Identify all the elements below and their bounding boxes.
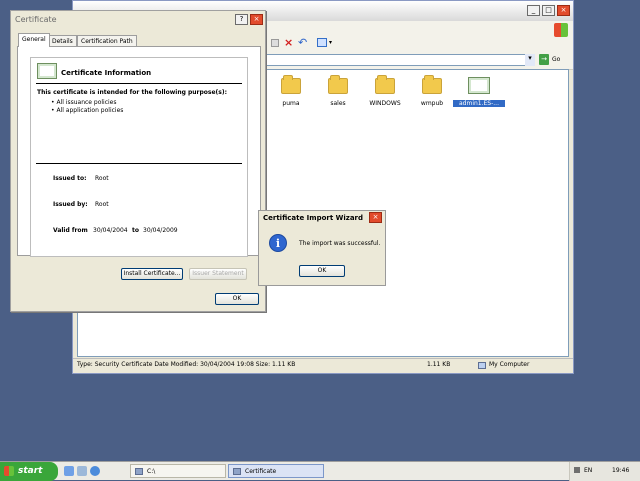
- certificate-info-heading: Certificate Information: [61, 69, 152, 77]
- taskbar-item-label: C:\: [147, 468, 156, 475]
- wizard-titlebar[interactable]: Certificate Import Wizard ×: [259, 211, 385, 225]
- close-button[interactable]: ×: [369, 212, 382, 223]
- network-icon[interactable]: [574, 467, 580, 473]
- divider: [36, 83, 242, 84]
- status-zone: My Computer: [489, 361, 530, 368]
- valid-to-label: to: [132, 227, 139, 234]
- general-tab-panel: Certificate Information This certificate…: [17, 46, 261, 257]
- wizard-message: The import was successful.: [299, 240, 381, 247]
- status-bar: Type: Security Certificate Date Modified…: [73, 358, 573, 373]
- certificate-window-icon: [233, 468, 241, 475]
- ok-button[interactable]: OK: [215, 293, 259, 305]
- maximize-button[interactable]: □: [542, 5, 555, 16]
- import-wizard-dialog: Certificate Import Wizard × i The import…: [258, 210, 386, 286]
- windows-logo-icon: [4, 466, 14, 476]
- purpose-text: All application policies: [56, 107, 124, 114]
- dialog-title: Certificate: [15, 15, 57, 24]
- undo-icon[interactable]: ↶: [298, 36, 307, 49]
- delete-icon[interactable]: ×: [284, 36, 293, 49]
- windows-logo-icon: [554, 23, 568, 37]
- purpose-label: This certificate is intended for the fol…: [37, 89, 228, 96]
- internet-explorer-icon[interactable]: [90, 466, 100, 476]
- views-icon[interactable]: [317, 38, 327, 47]
- taskbar-item-certificate[interactable]: Certificate: [228, 464, 324, 478]
- divider: [36, 163, 242, 164]
- views-dropdown-icon[interactable]: ▾: [329, 39, 332, 46]
- file-item-windows[interactable]: WINDOWS: [361, 74, 409, 114]
- wizard-title: Certificate Import Wizard: [263, 214, 364, 222]
- taskbar-item-label: Certificate: [245, 468, 277, 475]
- file-label: sales: [330, 100, 346, 107]
- tab-details[interactable]: Details: [48, 35, 77, 46]
- go-arrow-icon[interactable]: →: [539, 54, 549, 65]
- help-button[interactable]: ?: [235, 14, 248, 25]
- file-label: WINDOWS: [369, 100, 401, 107]
- language-indicator[interactable]: EN: [584, 467, 592, 474]
- valid-from-label: Valid from: [53, 227, 88, 234]
- file-label: wmpub: [420, 100, 444, 107]
- tab-general[interactable]: General: [18, 33, 50, 47]
- certificate-dialog: Certificate ? × General Details Certific…: [10, 10, 266, 312]
- folder-icon: [328, 75, 348, 94]
- file-label: admin1.ES-...: [453, 100, 505, 107]
- file-item-sales[interactable]: sales: [314, 74, 362, 114]
- clock[interactable]: 19:46: [612, 467, 629, 474]
- folder-icon: [422, 75, 442, 94]
- file-item-certificate[interactable]: admin1.ES-...: [453, 74, 505, 114]
- certificate-file-icon: [468, 77, 490, 94]
- certificate-icon: [37, 63, 57, 79]
- folder-window-icon: [135, 468, 143, 475]
- start-label: start: [18, 466, 43, 476]
- show-desktop-icon[interactable]: [64, 466, 74, 476]
- status-info: Type: Security Certificate Date Modified…: [77, 361, 296, 368]
- wizard-ok-button[interactable]: OK: [299, 265, 345, 277]
- certificate-info-box: Certificate Information This certificate…: [30, 57, 248, 257]
- minimize-button[interactable]: _: [527, 5, 540, 16]
- tab-certification-path[interactable]: Certification Path: [77, 35, 137, 46]
- system-tray: EN 19:46: [569, 462, 640, 481]
- file-item-puma[interactable]: puma: [267, 74, 315, 114]
- issuer-statement-button[interactable]: Issuer Statement: [189, 268, 247, 280]
- explorer-quick-icon[interactable]: [77, 466, 87, 476]
- close-button[interactable]: ×: [557, 5, 570, 16]
- address-input[interactable]: [263, 54, 535, 66]
- my-computer-icon: [478, 362, 486, 369]
- purpose-item: • All issuance policies: [51, 99, 117, 106]
- start-button[interactable]: start: [0, 462, 58, 481]
- install-certificate-button[interactable]: Install Certificate...: [121, 268, 183, 280]
- close-button[interactable]: ×: [250, 14, 263, 25]
- address-dropdown-icon[interactable]: ▾: [525, 54, 535, 66]
- issued-to-value: Root: [95, 175, 109, 182]
- properties-icon[interactable]: [271, 39, 279, 47]
- valid-to-value: 30/04/2009: [143, 227, 178, 234]
- issued-by-label: Issued by:: [53, 201, 88, 208]
- go-button[interactable]: Go: [552, 56, 560, 63]
- folder-icon: [281, 75, 301, 94]
- issued-by-value: Root: [95, 201, 109, 208]
- file-label: puma: [282, 100, 300, 107]
- valid-from-value: 30/04/2004: [93, 227, 128, 234]
- purpose-item: • All application policies: [51, 107, 124, 114]
- purpose-text: All issuance policies: [56, 99, 117, 106]
- file-item-wmpub[interactable]: wmpub: [408, 74, 456, 114]
- info-icon: i: [269, 234, 287, 252]
- taskbar: start C:\ Certificate EN 19:46: [0, 461, 640, 481]
- folder-icon: [375, 75, 395, 94]
- issued-to-label: Issued to:: [53, 175, 87, 182]
- taskbar-item-c-drive[interactable]: C:\: [130, 464, 226, 478]
- status-size: 1.11 KB: [427, 361, 451, 368]
